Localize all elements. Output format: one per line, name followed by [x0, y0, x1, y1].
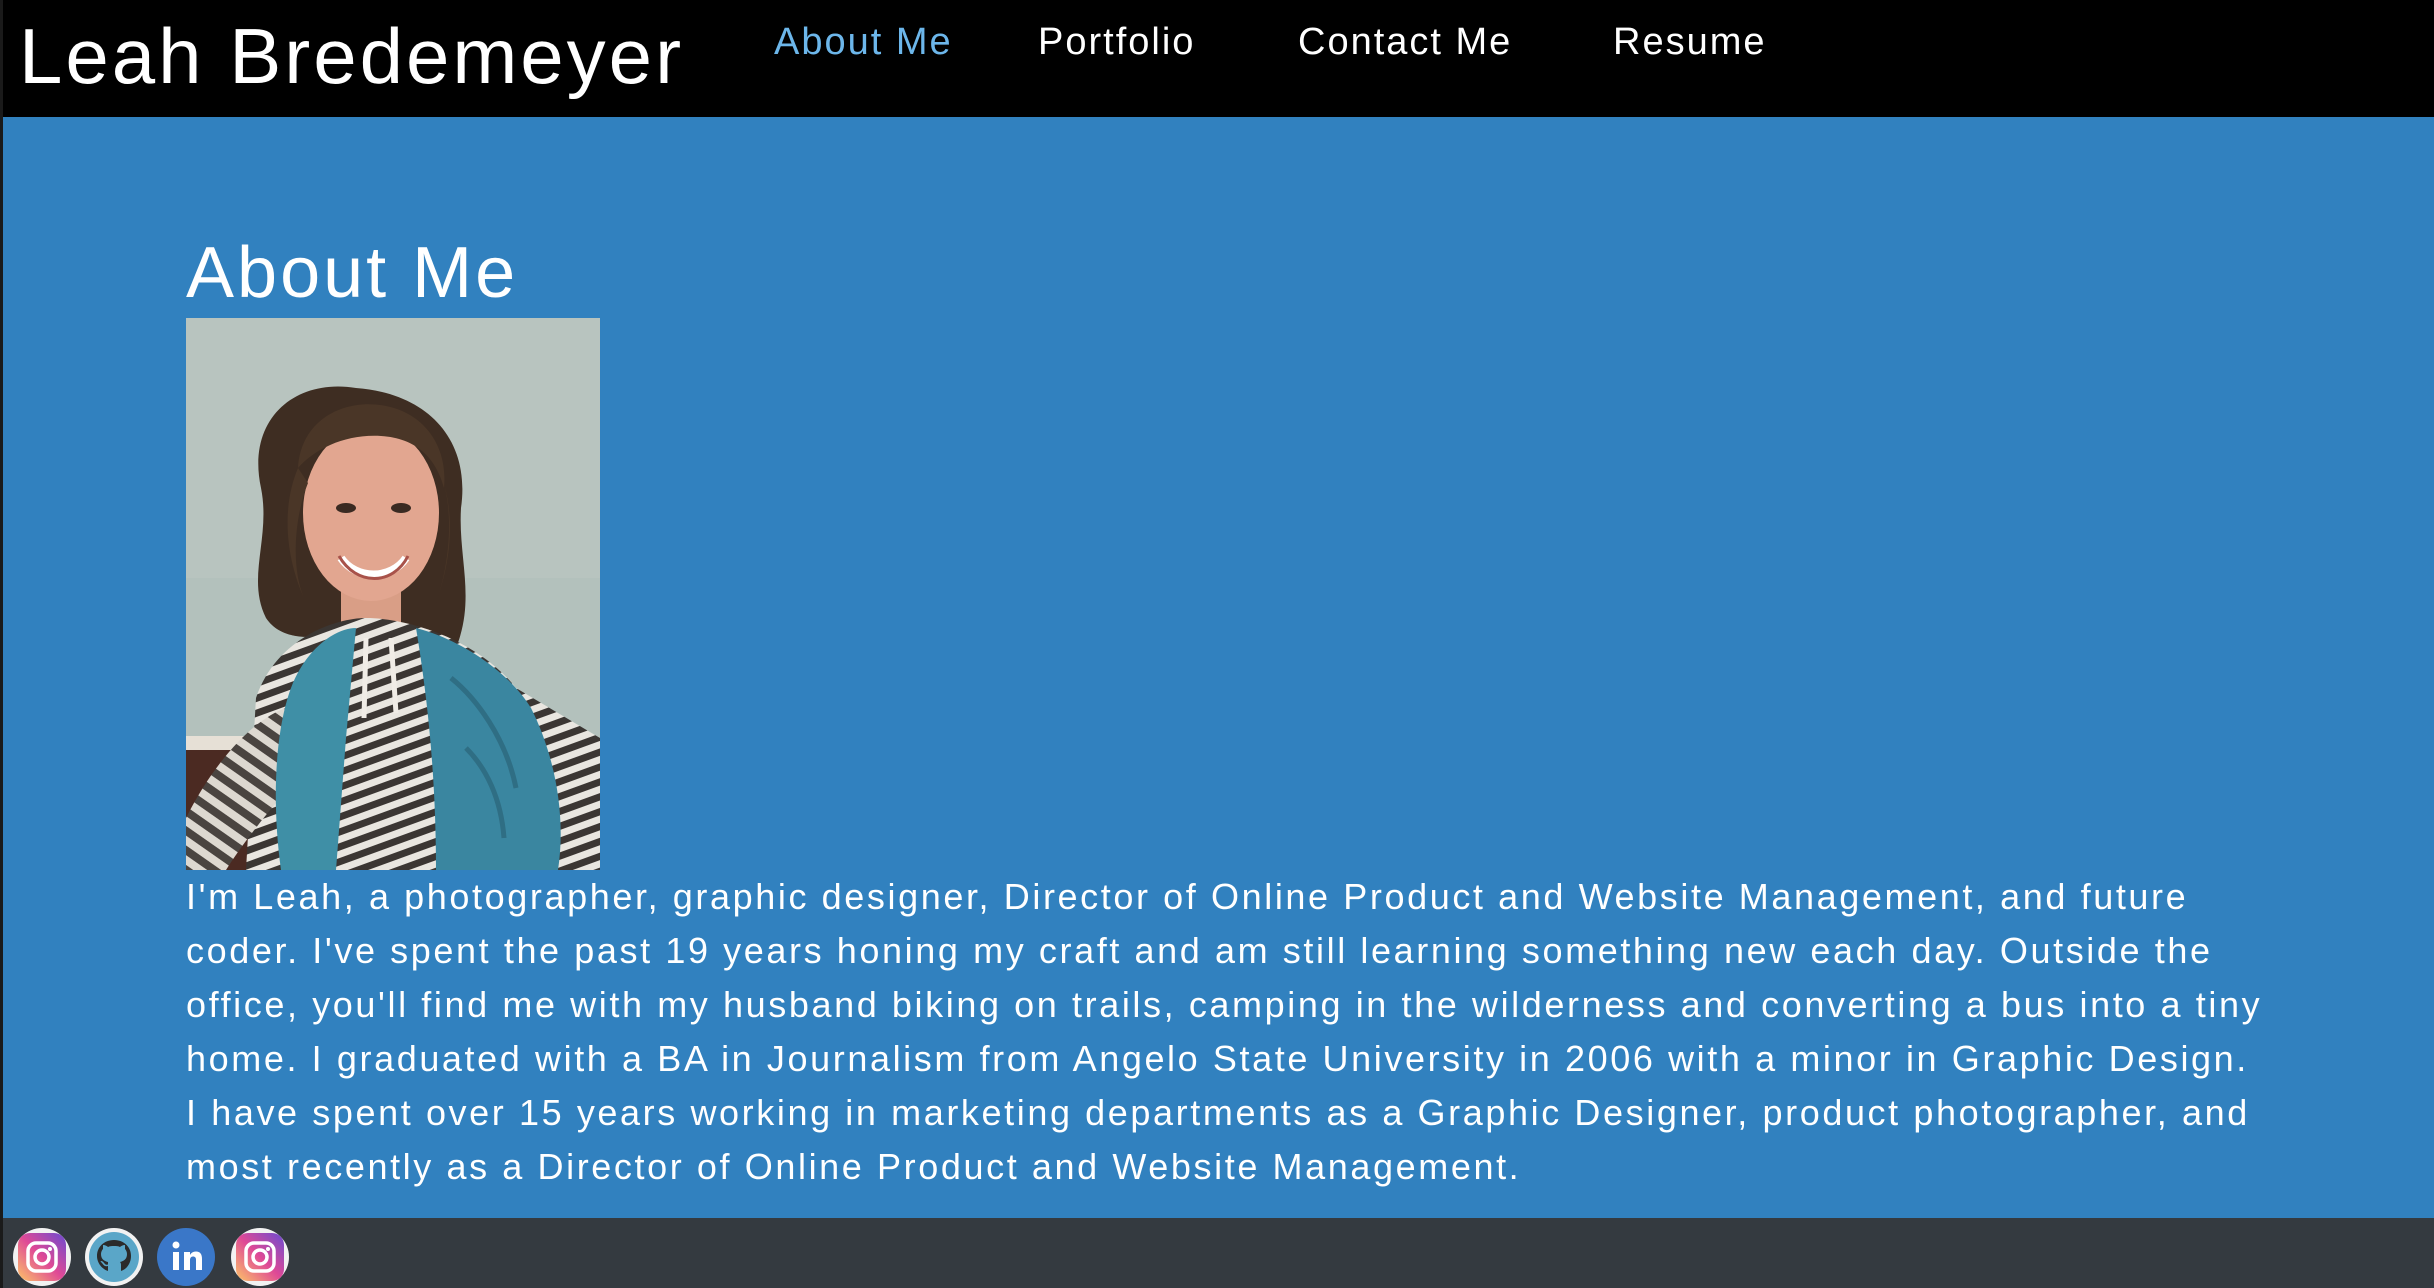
- nav-portfolio[interactable]: Portfolio: [1038, 18, 1195, 66]
- nav-about-me[interactable]: About Me: [774, 18, 953, 66]
- page-title: About Me: [186, 233, 519, 313]
- instagram-icon[interactable]: [231, 1228, 289, 1286]
- nav-resume[interactable]: Resume: [1613, 18, 1767, 66]
- about-section: About Me I'm Leah, a photographer, graph…: [186, 228, 2266, 1194]
- github-icon[interactable]: [85, 1228, 143, 1286]
- bio-text: I'm Leah, a photographer, graphic design…: [186, 876, 2263, 1187]
- page: Leah Bredemeyer About Me Portfolio Conta…: [0, 0, 2434, 1288]
- instagram-icon[interactable]: [13, 1228, 71, 1286]
- site-header: Leah Bredemeyer About Me Portfolio Conta…: [3, 0, 2434, 117]
- nav-contact-me[interactable]: Contact Me: [1298, 18, 1512, 66]
- linkedin-icon[interactable]: [157, 1228, 215, 1286]
- portrait-photo: [186, 318, 600, 870]
- site-brand[interactable]: Leah Bredemeyer: [19, 10, 684, 102]
- site-footer: [3, 1218, 2434, 1288]
